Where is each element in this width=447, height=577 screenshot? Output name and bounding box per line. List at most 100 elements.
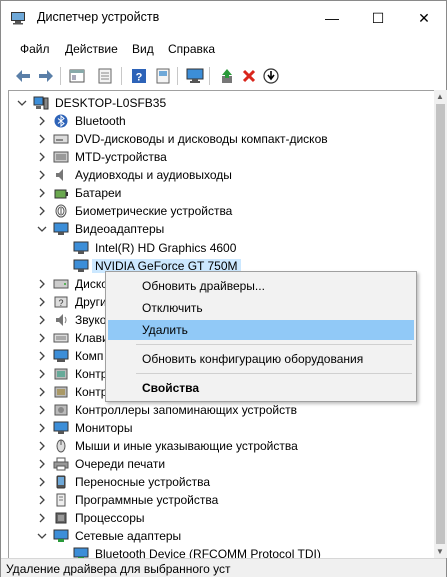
- chevron-down-icon[interactable]: [17, 98, 27, 108]
- chevron-right-icon[interactable]: [37, 351, 47, 361]
- storage-icon: [54, 404, 68, 416]
- device-view-icon: [156, 68, 170, 84]
- tree-subitem[interactable]: Intel(R) HD Graphics 4600: [9, 239, 429, 257]
- context-menu: Обновить драйверы... Отключить Удалить О…: [105, 271, 417, 402]
- chevron-right-icon[interactable]: [37, 315, 47, 325]
- minimize-icon: —: [325, 10, 339, 26]
- toolbar: ?: [1, 63, 446, 89]
- chevron-right-icon[interactable]: [37, 387, 47, 397]
- properties-button[interactable]: [95, 66, 115, 86]
- display-adapter-icon: [73, 241, 89, 254]
- tree-item[interactable]: Батареи: [9, 184, 429, 202]
- chevron-right-icon[interactable]: [37, 459, 47, 469]
- chevron-right-icon[interactable]: [37, 369, 47, 379]
- tree-item-label: Звуко: [75, 313, 107, 327]
- tree-item[interactable]: Bluetooth: [9, 112, 429, 130]
- chevron-down-icon[interactable]: [37, 531, 47, 541]
- cpu-icon: [55, 512, 67, 524]
- tree-item[interactable]: Мониторы: [9, 419, 429, 437]
- chevron-right-icon[interactable]: [37, 279, 47, 289]
- show-hide-button[interactable]: [67, 66, 87, 86]
- properties-icon: [98, 68, 112, 84]
- scroll-down-icon[interactable]: ▼: [436, 547, 444, 556]
- chevron-right-icon[interactable]: [37, 423, 47, 433]
- device-view-button[interactable]: [153, 66, 173, 86]
- svg-text:?: ?: [58, 298, 63, 308]
- svg-text:?: ?: [136, 72, 143, 84]
- tree-item[interactable]: Переносные устройства: [9, 473, 429, 491]
- tree-root[interactable]: DESKTOP-L0SFB35: [9, 94, 429, 112]
- software-icon: [56, 493, 66, 507]
- chevron-right-icon[interactable]: [37, 405, 47, 415]
- sound-icon: [56, 314, 67, 326]
- tree-item[interactable]: Очереди печати: [9, 455, 429, 473]
- chevron-right-icon[interactable]: [37, 513, 47, 523]
- chevron-right-icon[interactable]: [37, 152, 47, 162]
- tree-item[interactable]: Мыши и иные указывающие устройства: [9, 437, 429, 455]
- forward-button[interactable]: [36, 66, 56, 86]
- chevron-right-icon[interactable]: [37, 188, 47, 198]
- tree-item[interactable]: Процессоры: [9, 509, 429, 527]
- download-button[interactable]: [261, 66, 281, 86]
- context-item-label: Отключить: [142, 301, 203, 315]
- download-icon: [263, 68, 279, 84]
- toolbar-separator: [209, 67, 210, 85]
- chevron-right-icon[interactable]: [37, 495, 47, 505]
- back-icon: [16, 70, 30, 82]
- uninstall-button[interactable]: [239, 66, 259, 86]
- tree-item-label: Други: [75, 295, 107, 309]
- update-driver-button[interactable]: [217, 66, 237, 86]
- scroll-up-icon[interactable]: ▲: [436, 92, 444, 101]
- context-disable[interactable]: Отключить: [108, 298, 414, 318]
- tree-item-label: Сетевые адаптеры: [75, 529, 182, 543]
- scroll-thumb[interactable]: [436, 104, 445, 544]
- chevron-right-icon[interactable]: [37, 170, 47, 180]
- close-button[interactable]: ✕: [401, 1, 447, 35]
- chevron-right-icon[interactable]: [37, 134, 47, 144]
- chevron-right-icon[interactable]: [37, 441, 47, 451]
- chevron-right-icon[interactable]: [37, 477, 47, 487]
- menu-help[interactable]: Справка: [168, 42, 215, 56]
- computer-icon: [33, 96, 49, 110]
- context-item-label: Удалить: [142, 323, 188, 337]
- tree-item-label: Intel(R) HD Graphics 4600: [95, 241, 237, 255]
- tree-item[interactable]: MTD-устройства: [9, 148, 429, 166]
- tree-item[interactable]: Контроллеры запоминающих устройств: [9, 401, 429, 419]
- controller-icon: [54, 386, 68, 398]
- tree-item-label: Контроллеры запоминающих устройств: [75, 403, 297, 417]
- chevron-right-icon[interactable]: [37, 297, 47, 307]
- tree-item-expanded[interactable]: Сетевые адаптеры: [9, 527, 429, 545]
- tree-subitem[interactable]: Bluetooth Device (RFCOMM Protocol TDI): [9, 545, 429, 558]
- menu-view[interactable]: Вид: [132, 42, 154, 56]
- chevron-right-icon[interactable]: [37, 206, 47, 216]
- title-bar[interactable]: Диспетчер устройств — ☐ ✕: [1, 1, 446, 35]
- context-item-label: Обновить конфигурацию оборудования: [142, 352, 364, 366]
- close-icon: ✕: [418, 9, 430, 26]
- chevron-right-icon[interactable]: [37, 333, 47, 343]
- back-button[interactable]: [13, 66, 33, 86]
- menu-action[interactable]: Действие: [65, 42, 118, 56]
- uninstall-icon: [242, 69, 256, 83]
- menu-bar: Файл Действие Вид Справка: [1, 39, 446, 61]
- context-uninstall[interactable]: Удалить: [108, 320, 414, 340]
- tree-item-label: DVD-дисководы и дисководы компакт-дисков: [75, 132, 328, 146]
- menu-file[interactable]: Файл: [20, 42, 50, 56]
- context-separator: [136, 373, 412, 374]
- tree-item[interactable]: Программные устройства: [9, 491, 429, 509]
- chevron-down-icon[interactable]: [37, 224, 47, 234]
- tree-item[interactable]: Биометрические устройства: [9, 202, 429, 220]
- tree-item[interactable]: DVD-дисководы и дисководы компакт-дисков: [9, 130, 429, 148]
- computer-icon: [53, 349, 69, 362]
- scan-button[interactable]: [185, 66, 205, 86]
- context-update-drivers[interactable]: Обновить драйверы...: [108, 276, 414, 296]
- context-scan-hardware[interactable]: Обновить конфигурацию оборудования: [108, 349, 414, 369]
- tree-item-expanded[interactable]: Видеоадаптеры: [9, 220, 429, 238]
- minimize-button[interactable]: —: [309, 1, 355, 35]
- maximize-button[interactable]: ☐: [355, 1, 401, 35]
- help-button[interactable]: ?: [129, 66, 149, 86]
- tree-item[interactable]: Аудиовходы и аудиовыходы: [9, 166, 429, 184]
- tree-root-label: DESKTOP-L0SFB35: [55, 96, 167, 110]
- vertical-scrollbar[interactable]: ▲ ▼: [434, 90, 447, 558]
- chevron-right-icon[interactable]: [37, 116, 47, 126]
- context-properties[interactable]: Свойства: [108, 378, 414, 398]
